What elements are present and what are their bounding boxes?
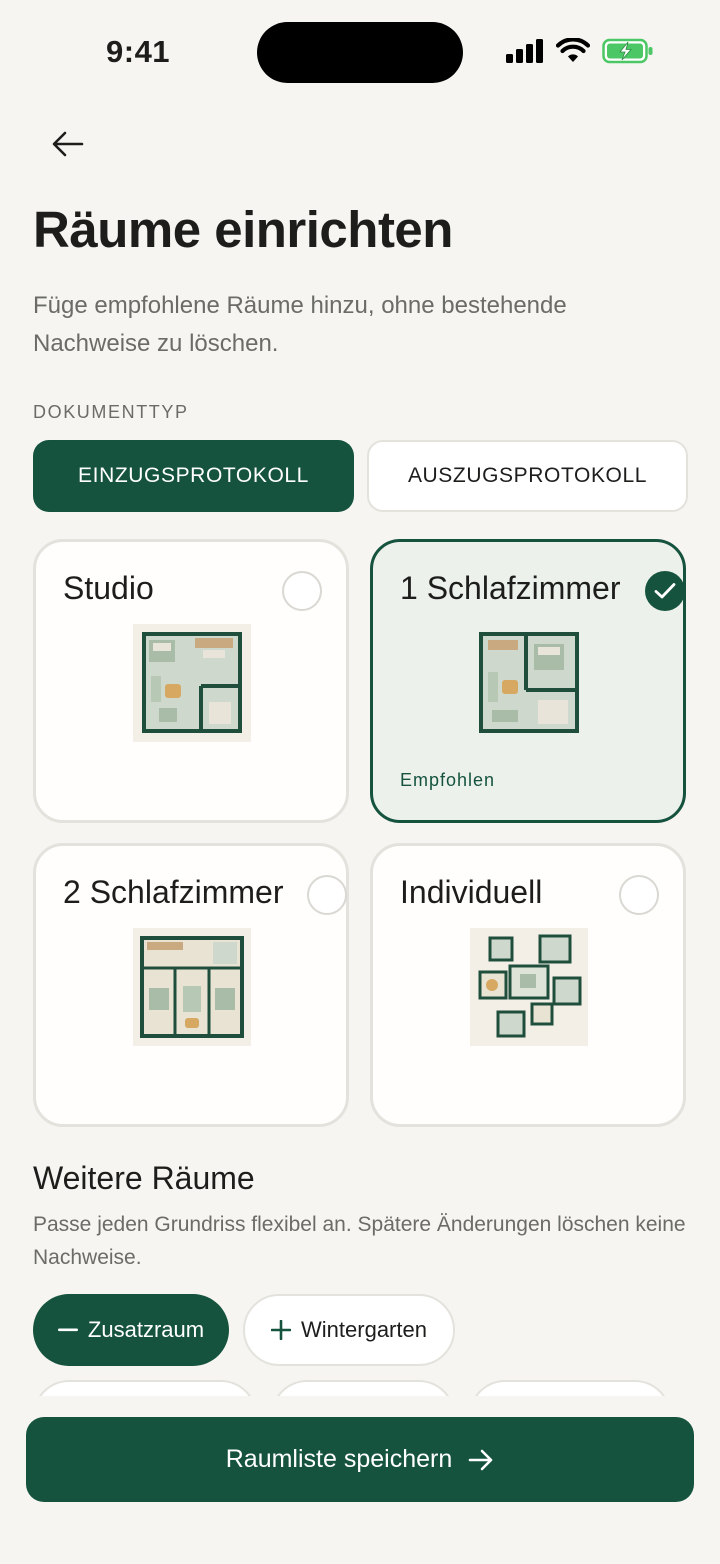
page-subtitle: Füge empfohlene Räume hinzu, ohne besteh… bbox=[33, 292, 567, 357]
cellular-signal-icon bbox=[506, 39, 543, 63]
layout-card-two-bedroom[interactable]: 2 Schlafzimmer bbox=[33, 843, 349, 1127]
document-type-label: DOKUMENTTYP bbox=[33, 402, 189, 422]
radio-unselected[interactable] bbox=[307, 875, 347, 915]
winter-garden-chip-label: Wintergarten bbox=[301, 1317, 427, 1342]
winter-garden-chip[interactable]: Wintergarten bbox=[243, 1294, 455, 1366]
more-rooms-description: Passe jeden Grundriss flexibel an. Späte… bbox=[33, 1213, 686, 1269]
page-title: Räume einrichten bbox=[33, 201, 453, 258]
back-button[interactable] bbox=[40, 120, 96, 168]
extra-room-chip[interactable]: Zusatzraum bbox=[33, 1294, 229, 1366]
battery-charging-icon bbox=[602, 38, 653, 64]
wifi-icon bbox=[556, 38, 590, 62]
save-room-list-label: Raumliste speichern bbox=[225, 1445, 453, 1473]
minus-icon bbox=[57, 1328, 78, 1332]
layout-card-custom[interactable]: Individuell bbox=[370, 843, 686, 1127]
arrow-right-icon bbox=[468, 1449, 493, 1470]
layout-card-title: 2 Schlafzimmer bbox=[63, 874, 284, 910]
move-in-protocol-button[interactable]: EINZUGSPROTOKOLL bbox=[33, 440, 354, 512]
extra-room-chip-label: Zusatzraum bbox=[87, 1317, 205, 1342]
two-bedroom-floorplan-icon bbox=[133, 928, 251, 1046]
status-bar: 9:41 bbox=[0, 0, 720, 110]
layout-card-one-bedroom[interactable]: 1 Schlafzimmer Empfohlen bbox=[370, 539, 686, 823]
radio-unselected[interactable] bbox=[282, 571, 322, 611]
more-rooms-title: Weitere Räume bbox=[33, 1160, 255, 1196]
studio-floorplan-icon bbox=[133, 624, 251, 742]
layout-card-studio[interactable]: Studio bbox=[33, 539, 349, 823]
save-room-list-button[interactable]: Raumliste speichern bbox=[26, 1417, 694, 1502]
custom-floorplan-icon bbox=[470, 928, 588, 1046]
move-out-protocol-button[interactable]: AUSZUGSPROTOKOLL bbox=[367, 440, 688, 512]
layout-card-title: Studio bbox=[63, 570, 154, 606]
layout-card-title: Individuell bbox=[400, 874, 543, 910]
status-icons bbox=[506, 38, 654, 64]
recommended-badge: Empfohlen bbox=[400, 770, 496, 790]
move-out-protocol-label: AUSZUGSPROTOKOLL bbox=[407, 464, 648, 487]
move-in-protocol-label: EINZUGSPROTOKOLL bbox=[78, 464, 309, 487]
checkmark-icon[interactable] bbox=[645, 571, 685, 611]
radio-unselected[interactable] bbox=[619, 875, 659, 915]
layout-card-title: 1 Schlafzimmer bbox=[400, 570, 621, 606]
dynamic-island bbox=[257, 22, 463, 83]
status-time: 9:41 bbox=[106, 34, 171, 69]
arrow-left-icon bbox=[52, 131, 84, 157]
plus-icon bbox=[271, 1320, 292, 1340]
one-bedroom-floorplan-icon bbox=[470, 624, 588, 742]
